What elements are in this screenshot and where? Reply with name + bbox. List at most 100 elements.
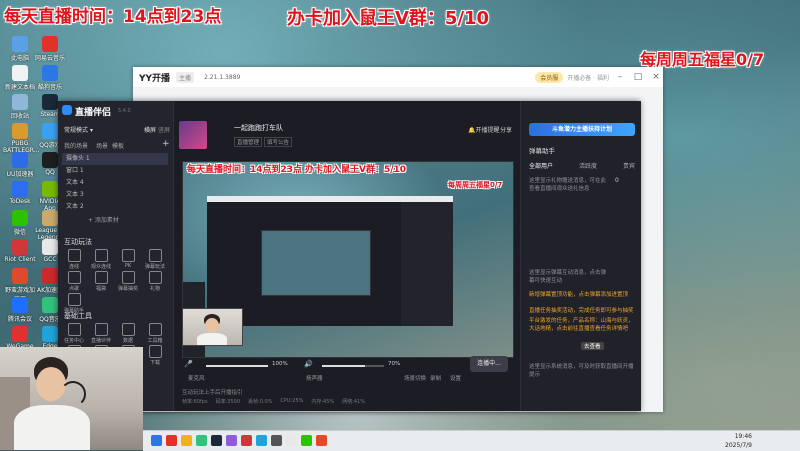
settings-button[interactable]: 设置 (450, 374, 461, 382)
add-material-button[interactable]: + 添加素材 (88, 215, 119, 224)
tool-icon (67, 293, 81, 306)
app-icon (12, 239, 28, 255)
mic-icon[interactable]: 🎤 (184, 360, 193, 368)
taskbar-app-icon[interactable] (301, 435, 312, 446)
app-version: 5.4.0 (118, 108, 131, 114)
tool-icon (121, 323, 135, 336)
taskbar-app-icon[interactable] (196, 435, 207, 446)
status-item: 帧率:60fps (182, 399, 208, 405)
taskbar-app-icon[interactable] (256, 435, 267, 446)
scene-toggle-button[interactable]: 场景切换 (404, 374, 426, 382)
tab-landscape[interactable]: 横屏 (144, 125, 156, 134)
desktop-icon[interactable]: 此电脑 (3, 36, 37, 62)
tool-button[interactable]: 弹幕助手 (62, 293, 86, 314)
app-icon (12, 210, 28, 226)
taskbar-app-icon[interactable] (271, 435, 282, 446)
view-link[interactable]: 去查看 (581, 342, 604, 350)
tool-button[interactable]: 直播伙伴 (89, 323, 113, 344)
tool-button[interactable]: 观众连线 (89, 249, 113, 270)
tab-portrait[interactable]: 竖屏 (158, 125, 170, 134)
record-button[interactable]: 录制 (430, 374, 441, 382)
tool-button[interactable]: 弹幕抽奖 (116, 271, 140, 292)
minimize-icon[interactable]: – (613, 72, 627, 82)
tool-button[interactable]: 点歌 (62, 271, 86, 292)
tool-label: 弹幕玩法 (144, 264, 165, 270)
go-live-button[interactable]: 连播中... (470, 356, 508, 372)
scene-item[interactable]: 文本 3 (62, 189, 168, 201)
add-scene-icon[interactable]: + (162, 139, 170, 149)
stream-title[interactable]: 一起跑跑打车队 (234, 123, 283, 133)
taskbar-app-icon[interactable] (166, 435, 177, 446)
scene-item[interactable]: 摄像头 1 (62, 153, 168, 165)
tab-scenes[interactable]: 场景 (96, 141, 108, 150)
yy-titlebar: YY开播 主播 2.21.1.3889 会员服 开播必备 · 福利 – □ × (133, 67, 663, 87)
taskbar-app-icon[interactable] (316, 435, 327, 446)
tab-templates[interactable]: 模板 (112, 141, 124, 150)
tool-button[interactable]: PK (116, 249, 140, 269)
guide-hint[interactable]: 互动玩法上手后开播指引 (182, 388, 243, 396)
assistant-tabs: 全部用户 活跃度 贵宾 (529, 161, 635, 170)
app-icon (42, 123, 58, 139)
gift-hint: 这里显示礼物赠送消息，可在此查看直播间观众送礼信息 (529, 178, 607, 192)
desktop-icon-label: 新建文本档 (4, 84, 35, 91)
assistant-tab[interactable]: 活跃度 (579, 161, 597, 170)
close-icon[interactable]: × (649, 72, 663, 82)
assistant-tab[interactable]: 全部用户 (529, 161, 553, 170)
desktop-icon[interactable]: 回收站 (3, 94, 37, 120)
webcam-overlay (0, 347, 143, 450)
vip-button[interactable]: 会员服 (535, 71, 564, 83)
tool-icon (148, 271, 162, 284)
speaker-slider[interactable] (322, 365, 384, 367)
desktop-icon[interactable]: UU加速器 (3, 152, 37, 178)
stream-manage-button[interactable]: 直播管理 (234, 137, 263, 147)
clock[interactable]: 19:46 2025/7/9 (725, 432, 752, 450)
speaker-icon[interactable]: 🔊 (304, 360, 313, 368)
desktop-icon[interactable]: ToDesk (3, 181, 37, 205)
desktop-icon[interactable]: 酷狗音乐 (33, 65, 67, 91)
scene-item[interactable]: 文本 2 (62, 201, 168, 213)
scene-item[interactable]: 文本 4 (62, 177, 168, 189)
taskbar-app-icon[interactable] (211, 435, 222, 446)
tool-button[interactable]: 工具箱 (143, 323, 167, 344)
stream-cover[interactable] (179, 121, 207, 149)
taskbar-app-icon[interactable] (181, 435, 192, 446)
taskbar-app-icon[interactable] (241, 435, 252, 446)
tool-button[interactable]: 连线 (62, 249, 86, 270)
desktop-icon[interactable]: 网易云音乐 (33, 36, 67, 62)
desktop-icon[interactable]: 微信 (3, 210, 37, 236)
tool-label: 礼物 (149, 286, 160, 292)
desktop-icon[interactable]: PUBG BATTLEGR... (3, 123, 39, 154)
share-button[interactable]: 分享 (500, 125, 512, 134)
desktop-icon[interactable]: 新建文本档 (3, 65, 37, 91)
online-count: 0 (615, 177, 619, 184)
scene-item[interactable]: 窗口 1 (62, 165, 168, 177)
tool-button[interactable]: 数据 (116, 323, 140, 344)
mic-slider[interactable] (206, 365, 268, 367)
notice-button[interactable]: 填写公告 (264, 137, 293, 147)
mode-selector[interactable]: 常规模式 ▾ (64, 125, 93, 134)
tool-button[interactable]: 下载 (143, 345, 167, 366)
tool-icon (121, 271, 135, 284)
tool-button[interactable]: 任务中心 (62, 323, 86, 344)
promo-banner[interactable]: 斗鱼潜力主播扶持计划 (529, 123, 635, 136)
live-reminder-button[interactable]: 🔔开播提醒 (468, 125, 500, 134)
taskbar-app-icon[interactable] (226, 435, 237, 446)
preview-camera-source[interactable] (182, 308, 243, 346)
yy-version: 2.21.1.3889 (204, 73, 241, 81)
app-icon (42, 326, 58, 342)
desktop-icon[interactable]: Riot Client (3, 239, 37, 263)
tool-button[interactable]: 礼物 (143, 271, 167, 292)
assistant-tab[interactable]: 贵宾 (623, 161, 635, 170)
desktop-icon[interactable]: 腾讯会议 (3, 297, 37, 323)
app-icon (42, 297, 58, 313)
tool-label: PK (124, 263, 132, 269)
desktop-icon-label: 此电脑 (10, 55, 29, 62)
tool-button[interactable]: 弹幕玩法 (143, 249, 167, 270)
tool-button[interactable]: 福袋 (89, 271, 113, 292)
maximize-icon[interactable]: □ (631, 72, 645, 82)
taskbar-app-icon[interactable] (151, 435, 162, 446)
status-item: 内存:45% (311, 399, 335, 405)
status-bar: 帧率:60fps 码率:3500 丢帧:0.0% CPU:25% 内存:45% 网络:41… (182, 398, 512, 405)
taskbar-app-icon[interactable] (286, 435, 297, 446)
tool-label: 工具箱 (147, 338, 163, 344)
